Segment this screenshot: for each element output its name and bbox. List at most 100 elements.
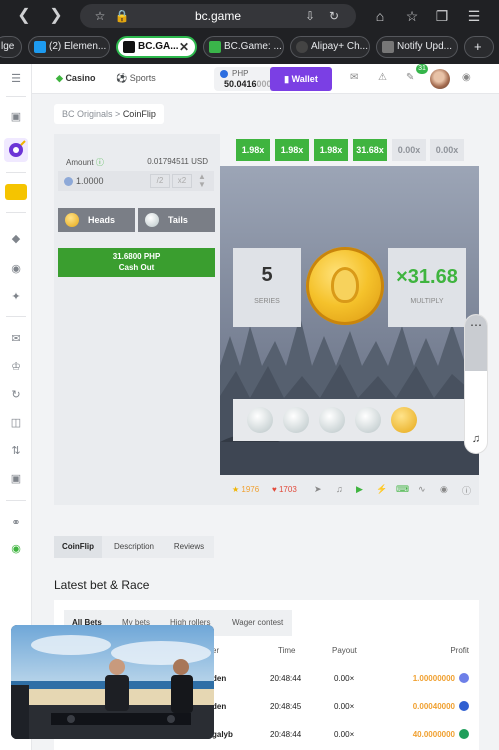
col-profit: Profit <box>450 646 469 655</box>
profit-main: 0.0004 <box>412 702 438 711</box>
bookmark-star-icon[interactable]: ☆ <box>402 6 422 26</box>
tails-label: Tails <box>168 215 188 225</box>
tabs-icon[interactable]: ❐ <box>432 6 452 26</box>
tab-5[interactable]: Notify Upd... <box>376 36 458 58</box>
tab-description[interactable]: Description <box>108 536 160 558</box>
cashout-button[interactable]: 31.6800 PHP Cash Out <box>58 248 215 277</box>
row-payout: 0.00× <box>334 730 355 739</box>
star-icon: ★ <box>232 485 240 494</box>
tab-coinflip[interactable]: CoinFlip <box>54 536 102 558</box>
amount-value: 1.0000 <box>76 176 104 186</box>
tab-3[interactable]: BC.Game: ... <box>203 36 284 58</box>
multiplier-chip: 1.98x <box>314 139 348 161</box>
picture-in-picture-video[interactable] <box>11 625 214 739</box>
forward-icon[interactable]: ❯ <box>46 6 66 26</box>
likes[interactable]: ★ 1976 <box>232 485 259 494</box>
sports-label: Sports <box>129 73 156 83</box>
close-tab-icon[interactable]: ✕ <box>179 38 189 56</box>
silver-coin-icon <box>247 407 273 433</box>
crown-icon[interactable]: ♔ <box>7 358 25 376</box>
balance-value: 50.0416000 <box>224 79 272 89</box>
divider <box>6 500 26 501</box>
favorites-count: 1703 <box>278 485 297 494</box>
language-globe-icon[interactable]: ◉ <box>462 72 471 83</box>
tab-label: Notify Upd... <box>397 41 453 52</box>
download-icon[interactable]: ⇩ <box>302 8 318 24</box>
breadcrumb-current: CoinFlip <box>122 109 156 119</box>
double-button[interactable]: x2 <box>172 174 192 188</box>
app-header: ◆ Casino ⚽ Sports PHP 50.0416000 ▮ Walle… <box>32 64 499 94</box>
mail-icon[interactable]: ✉ <box>350 72 358 83</box>
reload-icon[interactable]: ↻ <box>326 8 342 24</box>
amount-input[interactable]: 1.0000 /2 x2 ▲ ▼ <box>58 171 214 191</box>
gift-icon[interactable]: ▣ <box>7 108 25 126</box>
coinflip-game-icon[interactable] <box>4 138 28 162</box>
back-icon[interactable]: ❮ <box>14 6 34 26</box>
shuffle-icon[interactable]: ⇅ <box>7 442 25 460</box>
bonus-icon[interactable] <box>5 184 27 200</box>
lightning-icon[interactable]: ⚡ <box>376 484 387 495</box>
favorites[interactable]: ♥ 1703 <box>272 485 297 494</box>
wallet-button[interactable]: ▮ Wallet <box>270 67 332 91</box>
bc-game-icon <box>209 41 221 53</box>
floating-volume-control[interactable]: ⋯ ♫ <box>464 314 488 454</box>
tab-reviews[interactable]: Reviews <box>164 536 214 558</box>
new-tab-button[interactable]: + <box>464 36 494 58</box>
php-coin-icon <box>64 177 73 186</box>
star-icon[interactable]: ✦ <box>7 288 25 306</box>
help-icon[interactable]: ⓘ <box>462 484 471 497</box>
tab-2-active[interactable]: BC.GA... ✕ <box>116 36 197 58</box>
link-icon[interactable]: ⚭ <box>7 514 25 532</box>
breadcrumb-parent[interactable]: BC Originals <box>62 109 113 119</box>
casino-tab[interactable]: ◆ Casino <box>56 73 95 84</box>
hamburger-icon[interactable]: ☰ <box>7 70 25 88</box>
headset-icon[interactable]: ◉ <box>7 540 25 558</box>
cube-icon[interactable]: ◆ <box>7 230 25 248</box>
avatar[interactable] <box>430 69 450 89</box>
notification-badge: 31 <box>416 64 428 74</box>
video-frame <box>11 625 214 739</box>
series-label: SERIES <box>254 298 280 305</box>
heads-label: Heads <box>88 215 116 225</box>
speaker-icon[interactable]: ▶ <box>356 484 363 495</box>
music-icon[interactable]: ♫ <box>336 484 343 494</box>
half-button[interactable]: /2 <box>150 174 170 188</box>
tab-0[interactable]: lge <box>0 36 22 58</box>
coinflip-game-area: 5 SERIES ×31.68 MULTIPLY <box>220 166 479 475</box>
refresh-icon[interactable]: ↻ <box>7 386 25 404</box>
share-icon[interactable]: ➤ <box>314 484 322 495</box>
address-bar[interactable]: ☆ 🔒 bc.game ⇩ ↻ <box>80 4 356 28</box>
profit-tail: 00000000 <box>419 674 455 683</box>
chat-bubble-icon[interactable]: ✎ <box>406 72 414 83</box>
multiplier-chip: 1.98x <box>275 139 309 161</box>
row-player: den <box>212 674 227 683</box>
heart-icon: ♥ <box>272 485 277 494</box>
tab-4[interactable]: Alipay+ Ch... <box>290 36 370 58</box>
silver-coin-icon <box>145 213 159 227</box>
wallet-label: Wallet <box>291 74 318 84</box>
message-icon[interactable]: ▣ <box>7 470 25 488</box>
globe-icon[interactable]: ◉ <box>7 260 25 278</box>
chat-icon[interactable]: ✉ <box>7 330 25 348</box>
silver-coin-icon <box>319 407 345 433</box>
amount-label-text: Amount <box>66 158 94 167</box>
bell-icon[interactable]: ⚠ <box>378 72 387 83</box>
heads-button[interactable]: Heads <box>58 208 135 232</box>
menu-icon[interactable]: ☰ <box>464 6 484 26</box>
keyboard-icon[interactable]: ⌨ <box>396 484 409 495</box>
more-dots-icon[interactable]: ⋯ <box>465 315 487 371</box>
subtab-wager-contest[interactable]: Wager contest <box>232 618 283 627</box>
stepper-icon[interactable]: ▲ ▼ <box>198 173 206 189</box>
multiplier-chip: 0.00x <box>392 139 426 161</box>
divider <box>6 172 26 173</box>
tails-button[interactable]: Tails <box>138 208 215 232</box>
chart-icon[interactable]: ∿ <box>418 484 426 495</box>
info-icon: ⓘ <box>95 158 104 167</box>
tab-1[interactable]: (2) Elemen... <box>28 36 110 58</box>
shield-icon[interactable]: ◉ <box>440 484 448 495</box>
sports-tab[interactable]: ⚽ Sports <box>116 73 156 84</box>
group-icon[interactable]: ◫ <box>7 414 25 432</box>
sound-icon[interactable]: ♫ <box>465 433 487 445</box>
home-icon[interactable]: ⌂ <box>370 6 390 26</box>
browser-chrome: ❮ ❯ ☆ 🔒 bc.game ⇩ ↻ ⌂ ☆ ❐ ☰ lge (2) Elem… <box>0 0 499 64</box>
